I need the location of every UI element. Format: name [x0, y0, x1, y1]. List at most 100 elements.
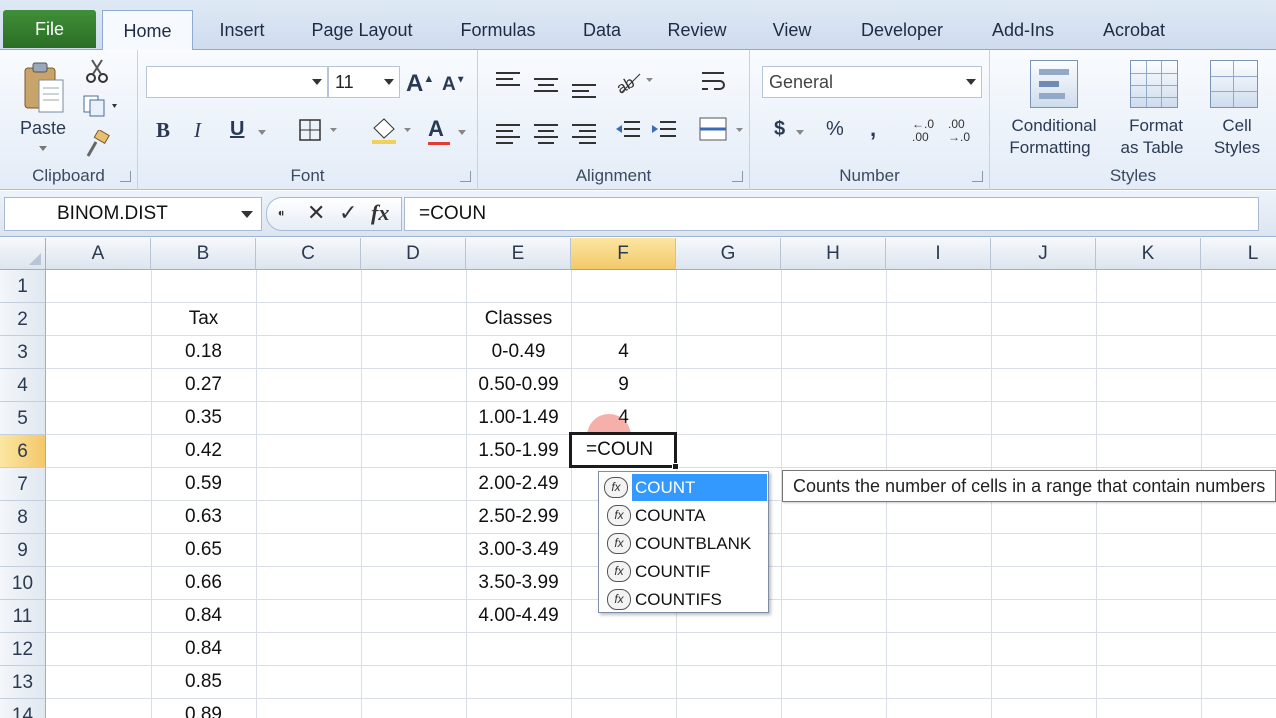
- alignment-launcher-icon[interactable]: [732, 171, 743, 182]
- wrap-text-icon[interactable]: [700, 68, 728, 96]
- column-header-g[interactable]: G: [676, 238, 781, 270]
- cell-f3[interactable]: 4: [571, 336, 676, 368]
- row-header-12[interactable]: 12: [0, 633, 46, 666]
- row-header-4[interactable]: 4: [0, 369, 46, 402]
- row-header-7[interactable]: 7: [0, 468, 46, 501]
- cell-b9[interactable]: 0.65: [151, 534, 256, 566]
- tab-review[interactable]: Review: [654, 10, 740, 50]
- row-header-1[interactable]: 1: [0, 270, 46, 303]
- row-header-11[interactable]: 11: [0, 600, 46, 633]
- increase-decimal-button[interactable]: ←.0.00: [912, 118, 944, 148]
- cell-e4[interactable]: 0.50-0.99: [466, 369, 571, 401]
- merge-center-icon[interactable]: [698, 116, 744, 144]
- cell-e7[interactable]: 2.00-2.49: [466, 468, 571, 500]
- cancel-entry-button[interactable]: ✕: [307, 200, 325, 226]
- row-header-9[interactable]: 9: [0, 534, 46, 567]
- copy-icon[interactable]: [82, 94, 122, 118]
- tab-developer[interactable]: Developer: [846, 10, 958, 50]
- borders-icon[interactable]: [298, 118, 340, 144]
- format-as-table-button[interactable]: Format as Table: [1112, 58, 1200, 162]
- select-all-button[interactable]: [0, 238, 46, 270]
- currency-button[interactable]: $: [774, 118, 785, 141]
- column-header-b[interactable]: B: [151, 238, 256, 270]
- cell-e3[interactable]: 0-0.49: [466, 336, 571, 368]
- tab-add-ins[interactable]: Add-Ins: [978, 10, 1068, 50]
- tab-file[interactable]: File: [3, 10, 96, 48]
- orientation-icon[interactable]: ab: [614, 68, 658, 96]
- cell-e10[interactable]: 3.50-3.99: [466, 567, 571, 599]
- cell-e8[interactable]: 2.50-2.99: [466, 501, 571, 533]
- row-header-8[interactable]: 8: [0, 501, 46, 534]
- font-color-button[interactable]: A: [428, 116, 444, 142]
- column-header-l[interactable]: L: [1201, 238, 1276, 270]
- number-launcher-icon[interactable]: [972, 171, 983, 182]
- cell-e2[interactable]: Classes: [466, 303, 571, 335]
- percent-button[interactable]: %: [826, 118, 844, 141]
- align-center-icon[interactable]: [534, 120, 558, 148]
- decrease-indent-icon[interactable]: [614, 118, 642, 144]
- name-box[interactable]: BINOM.DIST: [4, 197, 262, 231]
- cut-icon[interactable]: [84, 58, 110, 84]
- cell-b6[interactable]: 0.42: [151, 435, 256, 467]
- decrease-decimal-button[interactable]: .00 →.0: [948, 118, 980, 148]
- cell-b2[interactable]: Tax: [151, 303, 256, 335]
- tab-home[interactable]: Home: [102, 10, 193, 51]
- italic-button[interactable]: I: [194, 118, 201, 143]
- format-painter-icon[interactable]: [84, 130, 112, 158]
- tab-page-layout[interactable]: Page Layout: [296, 10, 428, 50]
- align-right-icon[interactable]: [572, 120, 596, 148]
- underline-button[interactable]: U: [230, 118, 244, 141]
- tab-view[interactable]: View: [760, 10, 824, 50]
- conditional-formatting-button[interactable]: Conditional Formatting: [998, 58, 1110, 162]
- align-top-icon[interactable]: [496, 68, 520, 90]
- autocomplete-item-counta[interactable]: fx COUNTA: [601, 502, 767, 529]
- cell-b3[interactable]: 0.18: [151, 336, 256, 368]
- comma-button[interactable]: ,: [870, 116, 876, 142]
- shrink-font-button[interactable]: A▼: [442, 74, 466, 96]
- grow-font-button[interactable]: A▲: [406, 70, 434, 98]
- autocomplete-item-countifs[interactable]: fx COUNTIFS: [601, 586, 767, 613]
- number-format-combo[interactable]: General: [762, 66, 982, 98]
- enter-entry-button[interactable]: ✓: [339, 200, 357, 226]
- formula-input[interactable]: =COUN: [404, 197, 1259, 231]
- bold-button[interactable]: B: [156, 118, 170, 143]
- column-header-k[interactable]: K: [1096, 238, 1201, 270]
- row-header-5[interactable]: 5: [0, 402, 46, 435]
- font-name-combo[interactable]: [146, 66, 328, 98]
- column-header-e[interactable]: E: [466, 238, 571, 270]
- cell-b10[interactable]: 0.66: [151, 567, 256, 599]
- cell-b11[interactable]: 0.84: [151, 600, 256, 632]
- align-bottom-icon[interactable]: [572, 80, 596, 102]
- row-header-3[interactable]: 3: [0, 336, 46, 369]
- column-header-c[interactable]: C: [256, 238, 361, 270]
- font-launcher-icon[interactable]: [460, 171, 471, 182]
- cell-b14[interactable]: 0.89: [151, 699, 256, 718]
- tab-acrobat[interactable]: Acrobat: [1088, 10, 1180, 50]
- active-cell-f6[interactable]: =COUN: [569, 432, 679, 470]
- cell-e5[interactable]: 1.00-1.49: [466, 402, 571, 434]
- increase-indent-icon[interactable]: [650, 118, 678, 144]
- cell-b7[interactable]: 0.59: [151, 468, 256, 500]
- clipboard-launcher-icon[interactable]: [120, 171, 131, 182]
- cell-e6[interactable]: 1.50-1.99: [466, 435, 571, 467]
- row-header-2[interactable]: 2: [0, 303, 46, 336]
- row-header-13[interactable]: 13: [0, 666, 46, 699]
- insert-function-button[interactable]: fx: [371, 200, 389, 226]
- cell-b8[interactable]: 0.63: [151, 501, 256, 533]
- cell-b4[interactable]: 0.27: [151, 369, 256, 401]
- cell-b13[interactable]: 0.85: [151, 666, 256, 698]
- cell-b12[interactable]: 0.84: [151, 633, 256, 665]
- column-header-a[interactable]: A: [46, 238, 151, 270]
- row-header-6[interactable]: 6: [0, 435, 46, 468]
- cell-b5[interactable]: 0.35: [151, 402, 256, 434]
- autocomplete-item-countif[interactable]: fx COUNTIF: [601, 558, 767, 585]
- column-header-f[interactable]: F: [571, 238, 676, 270]
- cell-e11[interactable]: 4.00-4.49: [466, 600, 571, 632]
- align-middle-icon[interactable]: [534, 74, 558, 96]
- autocomplete-item-countblank[interactable]: fx COUNTBLANK: [601, 530, 767, 557]
- column-header-d[interactable]: D: [361, 238, 466, 270]
- tab-data[interactable]: Data: [570, 10, 634, 50]
- row-header-10[interactable]: 10: [0, 567, 46, 600]
- tab-formulas[interactable]: Formulas: [446, 10, 550, 50]
- align-left-icon[interactable]: [496, 120, 520, 148]
